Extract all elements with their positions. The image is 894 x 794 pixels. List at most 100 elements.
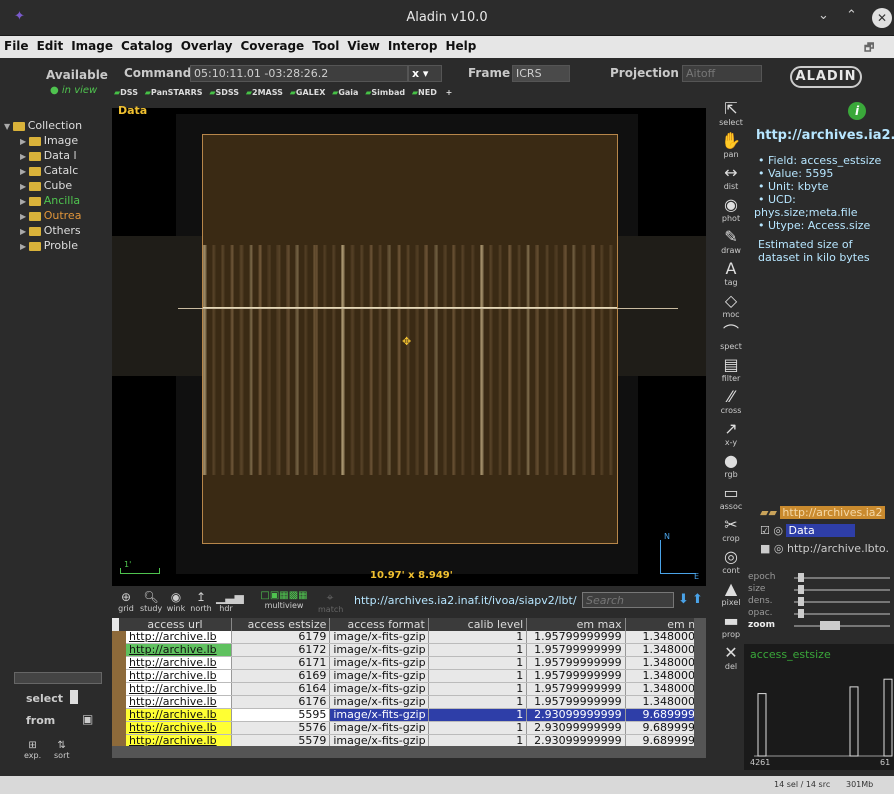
table-cell-url[interactable]: http://archive.lb xyxy=(111,669,232,683)
table-cell-url[interactable]: http://archive.lb xyxy=(111,708,232,722)
tool-moc[interactable]: ◇ moc xyxy=(712,292,750,324)
expand-right-icon[interactable]: ▶ xyxy=(20,137,29,146)
image-view[interactable]: ✥ Data 1' 10.97' x 8.949' N E xyxy=(112,104,706,586)
table-cell-url[interactable]: http://archive.lb xyxy=(111,643,232,657)
layer-archives[interactable]: ▰▰ http://archives.ia2 xyxy=(760,506,894,520)
table-row[interactable]: http://archive.lb 5595 image/x-fits-gzip 1 2… xyxy=(111,708,707,722)
tool-crop[interactable]: ✂ crop xyxy=(712,516,750,548)
tree-item[interactable]: ▶ Catalc xyxy=(0,163,112,178)
expand-right-icon[interactable]: ▶ xyxy=(20,227,29,236)
tool-draw[interactable]: ✎ draw xyxy=(712,228,750,260)
command-clear-button[interactable]: x ▾ xyxy=(408,65,442,82)
column-header[interactable]: access url xyxy=(119,618,232,631)
table-row[interactable]: http://archive.lb 6179 image/x-fits-gzip 1 1… xyxy=(111,631,707,644)
survey-2mass[interactable]: 2MASS xyxy=(252,88,283,97)
slider-thumb[interactable] xyxy=(798,573,804,582)
column-header[interactable]: calib level xyxy=(428,618,528,631)
tree-item[interactable]: ▶ Outrea xyxy=(0,208,112,223)
from-icon[interactable]: ▣ xyxy=(82,712,93,726)
expand-button[interactable]: ⊞ exp. xyxy=(24,740,41,760)
checkbox-icon[interactable]: ☑ xyxy=(760,524,773,537)
minimize-icon[interactable]: ⌄ xyxy=(818,8,829,23)
tree-root[interactable]: ▼ Collection xyxy=(0,118,112,133)
survey-gaia[interactable]: Gaia xyxy=(338,88,358,97)
expand-down-icon[interactable]: ▼ xyxy=(4,122,13,131)
tree-item[interactable]: ▶ Ancilla xyxy=(0,193,112,208)
close-icon[interactable]: ✕ xyxy=(872,8,892,28)
table-row[interactable]: http://archive.lb 6176 image/x-fits-gzip 1 1… xyxy=(111,695,707,709)
histogram[interactable]: access_estsize 4261 61 xyxy=(744,644,894,770)
menu-catalog[interactable]: Catalog xyxy=(117,36,177,56)
menu-view[interactable]: View xyxy=(343,36,383,56)
slider-thumb[interactable] xyxy=(798,585,804,594)
table-cell-url[interactable]: http://archive.lb xyxy=(111,682,232,696)
menu-help[interactable]: Help xyxy=(441,36,480,56)
slider-thumb[interactable] xyxy=(798,597,804,606)
survey-simbad[interactable]: Simbad xyxy=(371,88,405,97)
tool-rgb[interactable]: ● rgb xyxy=(712,452,750,484)
tool-select[interactable]: ⇱ select xyxy=(712,100,750,132)
menu-overlay[interactable]: Overlay xyxy=(177,36,237,56)
slider-thumb[interactable] xyxy=(820,621,840,630)
slider-thumb[interactable] xyxy=(798,609,804,618)
restore-icon[interactable]: 🗗 xyxy=(864,39,874,58)
menu-interop[interactable]: Interop xyxy=(384,36,442,56)
arrow-down-icon[interactable]: ⬇ xyxy=(678,592,689,607)
tree-item[interactable]: ▶ Others xyxy=(0,223,112,238)
column-header[interactable]: em max xyxy=(526,618,626,631)
tool-tag[interactable]: Atag xyxy=(712,260,750,292)
table-cell-url[interactable]: http://archive.lb xyxy=(111,656,232,670)
target-marker-icon[interactable]: ✥ xyxy=(402,336,414,348)
menu-file[interactable]: File xyxy=(0,36,33,56)
survey-sdss[interactable]: SDSS xyxy=(216,88,240,97)
table-scrollbar[interactable] xyxy=(694,618,706,758)
tool-xy[interactable]: ↗ x-y xyxy=(712,420,750,452)
north-button[interactable]: ↥ north xyxy=(190,590,212,613)
wink-button[interactable]: ◉ wink xyxy=(166,590,186,613)
tool-dist[interactable]: ↔ dist xyxy=(712,164,750,196)
expand-right-icon[interactable]: ▶ xyxy=(20,182,29,191)
layer-lbto[interactable]: ■ ◎ http://archive.lbto. xyxy=(760,542,894,556)
tool-pan[interactable]: ✋ pan xyxy=(712,132,750,164)
tool-spect[interactable]: ⌒ spect xyxy=(712,324,750,356)
slider-epoch[interactable]: epoch xyxy=(748,572,894,583)
command-input[interactable]: 05:10:11.01 -03:28:26.2 xyxy=(190,65,408,82)
grid-button[interactable]: ⊕ grid xyxy=(116,590,136,613)
column-header[interactable]: access format xyxy=(329,618,429,631)
table-cell-url[interactable]: http://archive.lb xyxy=(111,695,232,709)
survey-dss[interactable]: DSS xyxy=(120,88,138,97)
layer-data[interactable]: ☑ ◎ Data xyxy=(760,524,894,538)
multiview-button[interactable]: □▣▦▩▦ multiview xyxy=(242,590,326,610)
checkbox-icon[interactable]: ■ xyxy=(760,542,774,555)
menu-coverage[interactable]: Coverage xyxy=(236,36,308,56)
survey-ned[interactable]: NED xyxy=(418,88,437,97)
tool-filter[interactable]: ▤ filter xyxy=(712,356,750,388)
expand-right-icon[interactable]: ▶ xyxy=(20,152,29,161)
tree-item[interactable]: ▶ Data l xyxy=(0,148,112,163)
table-cell-url[interactable]: http://archive.lb xyxy=(111,631,232,644)
match-button[interactable]: ⌖ match xyxy=(318,590,343,614)
sort-button[interactable]: ⇅ sort xyxy=(54,740,70,760)
tree-hscrollbar[interactable] xyxy=(14,672,102,684)
toolbar-url[interactable]: http://archives.ia2.inaf.it/ivoa/siapv2/… xyxy=(354,594,582,607)
tool-cross[interactable]: ⁄⁄ cross xyxy=(712,388,750,420)
tool-assoc[interactable]: ▭ assoc xyxy=(712,484,750,516)
in-view-label[interactable]: ● in view xyxy=(50,85,97,96)
expand-right-icon[interactable]: ▶ xyxy=(20,167,29,176)
search-input[interactable] xyxy=(582,592,674,608)
menu-edit[interactable]: Edit xyxy=(33,36,68,56)
table-row[interactable]: http://archive.lb 6171 image/x-fits-gzip 1 1… xyxy=(111,656,707,670)
frame-select[interactable]: ICRS xyxy=(512,65,570,82)
arrow-up-icon[interactable]: ⬆ xyxy=(692,592,703,607)
hdr-button[interactable]: ▁▃▅ hdr xyxy=(216,590,244,613)
survey-galex[interactable]: GALEX xyxy=(296,88,326,97)
expand-right-icon[interactable]: ▶ xyxy=(20,242,29,251)
menu-tool[interactable]: Tool xyxy=(308,36,343,56)
table-row[interactable]: http://archive.lb 6164 image/x-fits-gzip 1 1… xyxy=(111,682,707,696)
study-button[interactable]: 🔍︎ study xyxy=(140,590,162,613)
table-cell-url[interactable]: http://archive.lb xyxy=(111,721,232,735)
expand-right-icon[interactable]: ▶ xyxy=(20,212,29,221)
add-survey-button[interactable]: + xyxy=(446,88,453,97)
table-row[interactable]: http://archive.lb 5576 image/x-fits-gzip 1 2… xyxy=(111,721,707,735)
expand-right-icon[interactable]: ▶ xyxy=(20,197,29,206)
